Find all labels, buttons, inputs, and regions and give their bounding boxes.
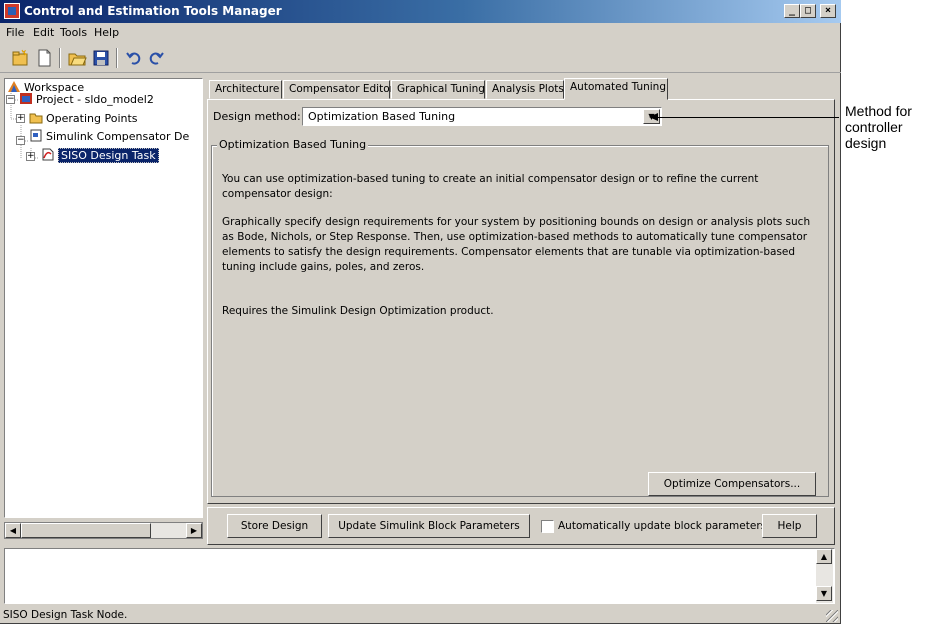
tab-architecture[interactable]: Architecture [209, 80, 282, 99]
new-project-icon[interactable] [10, 48, 30, 68]
toolbar-separator [116, 48, 118, 68]
app-window: Control and Estimation Tools Manager _ □… [0, 0, 841, 624]
scroll-up-icon[interactable]: ▲ [816, 549, 832, 564]
scroll-down-icon[interactable]: ▼ [816, 586, 832, 601]
description-paragraph: Graphically specify design requirements … [222, 216, 811, 273]
app-icon [4, 3, 20, 19]
output-vertical-scrollbar[interactable]: ▲ ▼ [816, 549, 833, 603]
description-paragraph: You can use optimization-based tuning to… [222, 173, 759, 200]
menu-bar: File Edit Tools Help [0, 23, 841, 43]
scroll-thumb[interactable] [21, 523, 151, 538]
document-icon [29, 129, 43, 142]
update-block-parameters-button[interactable]: Update Simulink Block Parameters [328, 514, 530, 538]
design-method-select[interactable]: Optimization Based Tuning [302, 107, 662, 126]
tab-graphical-tuning[interactable]: Graphical Tuning [391, 80, 485, 99]
resize-grip-icon[interactable] [826, 610, 838, 622]
maximize-button[interactable]: □ [800, 4, 816, 18]
expand-icon[interactable]: + [16, 114, 25, 123]
collapse-icon[interactable]: − [6, 95, 15, 104]
tree-item-label: SISO Design Task [58, 148, 159, 163]
workspace-tree[interactable]: Workspace − Project - sldo_model2 + Oper… [4, 78, 203, 518]
menu-edit[interactable]: Edit [33, 26, 54, 39]
expand-icon[interactable]: + [26, 152, 35, 161]
tab-automated-tuning[interactable]: Automated Tuning [564, 78, 668, 100]
menu-file[interactable]: File [6, 26, 24, 39]
status-text: SISO Design Task Node. [3, 609, 128, 621]
new-task-icon[interactable] [34, 48, 54, 68]
tree-horizontal-scrollbar[interactable]: ◀ ▶ [4, 522, 203, 539]
open-icon[interactable] [67, 48, 87, 68]
minimize-button[interactable]: _ [784, 4, 800, 18]
redo-icon[interactable] [146, 48, 166, 68]
tree-item-operating-points[interactable]: Operating Points [29, 111, 138, 127]
toolbar-separator [59, 48, 61, 68]
siso-task-icon [41, 148, 55, 161]
design-method-label: Design method: [213, 110, 301, 123]
tree-item-siso-design-task[interactable]: SISO Design Task [41, 148, 159, 164]
scroll-left-icon[interactable]: ◀ [5, 523, 21, 538]
collapse-icon[interactable]: − [16, 136, 25, 145]
menu-tools[interactable]: Tools [60, 26, 87, 39]
callout-label: Method for controller design [845, 103, 912, 151]
close-button[interactable]: × [820, 4, 836, 18]
save-icon[interactable] [91, 48, 111, 68]
tree-item-label: Project - sldo_model2 [36, 93, 154, 106]
store-design-button[interactable]: Store Design [227, 514, 322, 538]
callout-line [653, 117, 839, 118]
requirements-note: Requires the Simulink Design Optimizatio… [222, 305, 494, 317]
scroll-right-icon[interactable]: ▶ [186, 523, 202, 538]
auto-update-checkbox[interactable] [541, 520, 554, 533]
output-text-area[interactable] [4, 548, 835, 604]
help-button[interactable]: Help [762, 514, 817, 538]
tab-analysis-plots[interactable]: Analysis Plots [486, 80, 564, 99]
folder-icon [29, 111, 43, 124]
undo-icon[interactable] [124, 48, 144, 68]
design-method-value: Optimization Based Tuning [308, 110, 456, 123]
optimize-compensators-button[interactable]: Optimize Compensators... [648, 472, 816, 496]
group-title: Optimization Based Tuning [217, 138, 369, 151]
window-title: Control and Estimation Tools Manager [24, 4, 282, 18]
project-icon [19, 92, 33, 105]
menu-help[interactable]: Help [94, 26, 119, 39]
tab-compensator-editor[interactable]: Compensator Editor [283, 80, 394, 99]
title-bar[interactable]: Control and Estimation Tools Manager _ □… [0, 0, 841, 23]
tree-item-label: Simulink Compensator De [46, 130, 190, 143]
tree-item-project[interactable]: Project - sldo_model2 [19, 92, 154, 108]
auto-update-label[interactable]: Automatically update block parameters [558, 520, 766, 532]
tree-item-simulink-compensator[interactable]: Simulink Compensator De [29, 129, 189, 145]
tree-item-label: Operating Points [46, 112, 138, 125]
callout-arrow-icon [649, 113, 658, 121]
toolbar [0, 43, 841, 73]
